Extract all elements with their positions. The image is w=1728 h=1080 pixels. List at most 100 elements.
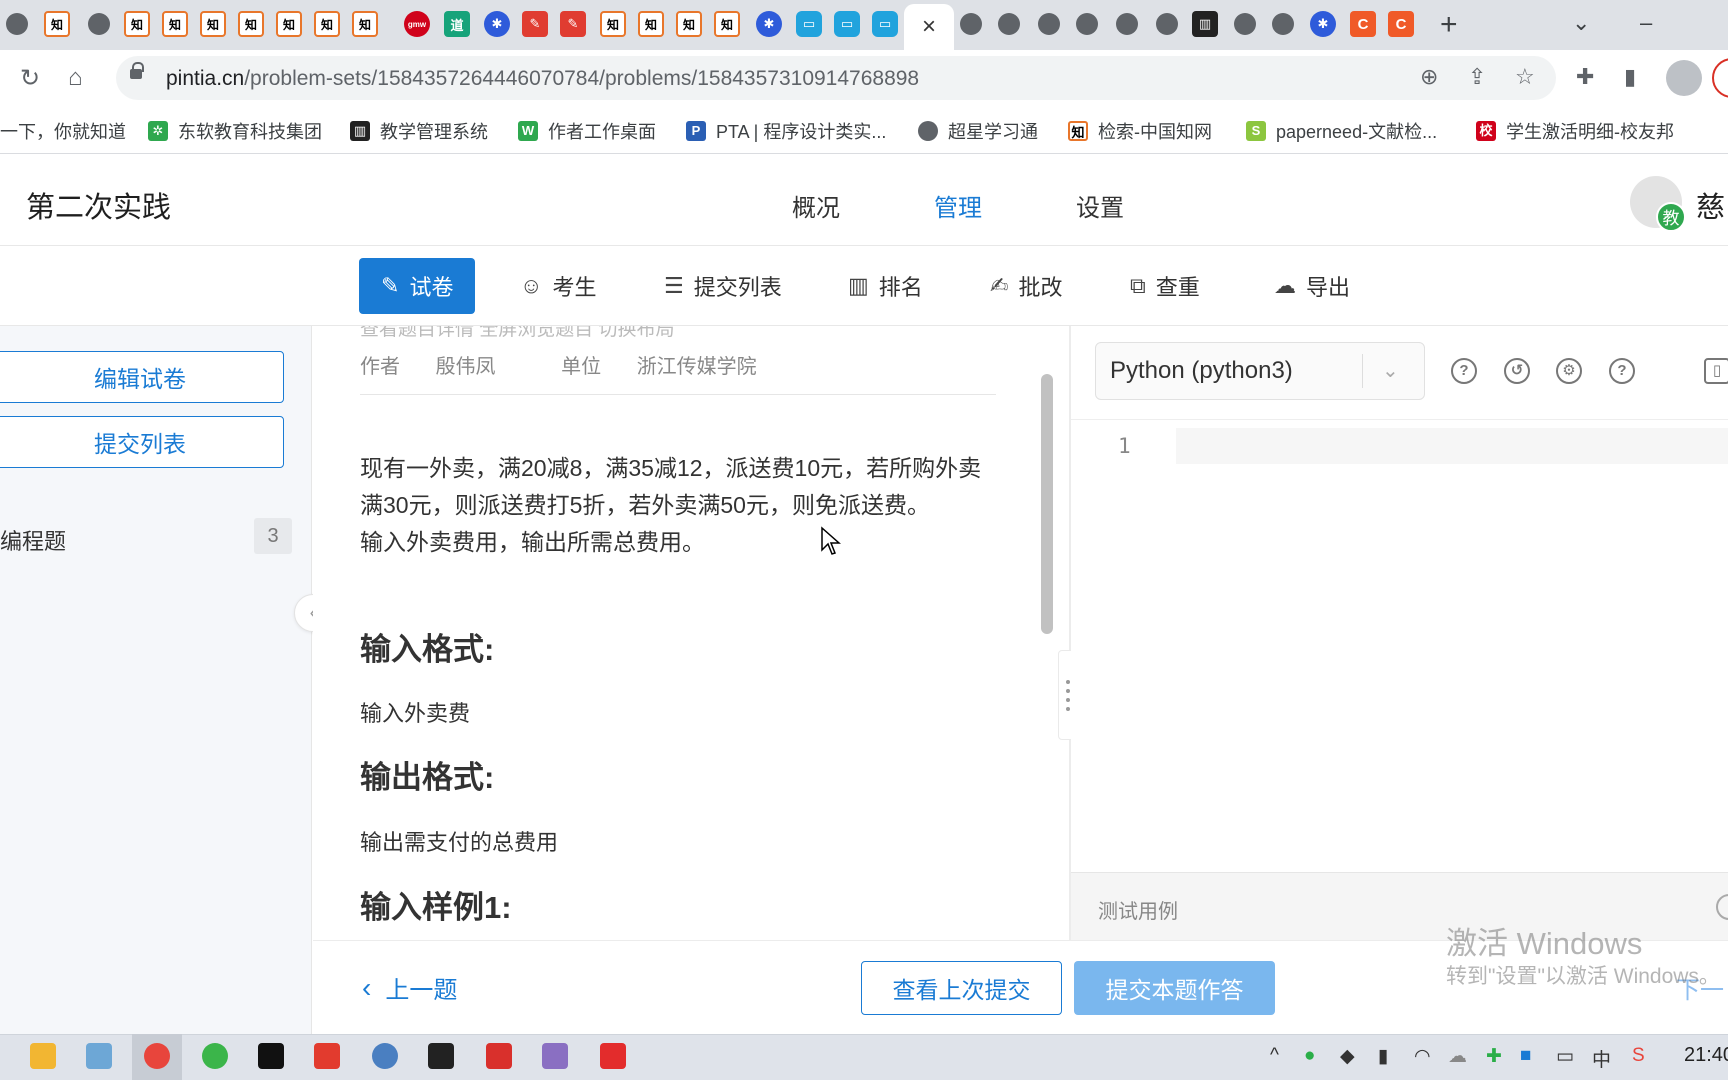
tab-search-chevron-icon[interactable]: ⌄ — [1572, 10, 1590, 36]
code-editor[interactable] — [1071, 420, 1728, 872]
bookmark-pta[interactable]: P PTA | 程序设计类实... — [686, 118, 886, 144]
tab-gmw-icon[interactable]: gmw — [404, 11, 430, 37]
tab-zhi-icon[interactable]: 知 — [314, 11, 340, 37]
language-select[interactable]: Python (python3) — [1095, 342, 1425, 400]
clock[interactable]: 21:40 — [1684, 1044, 1728, 1067]
tab-globe-icon[interactable] — [1116, 13, 1138, 35]
tab-zhi-icon[interactable]: 知 — [124, 11, 150, 37]
nav-manage[interactable]: 管理 — [934, 188, 982, 223]
tab-zhi-icon[interactable]: 知 — [200, 11, 226, 37]
tab-bilibili-icon[interactable]: ▭ — [872, 11, 898, 37]
active-line[interactable] — [1176, 428, 1728, 464]
security-icon[interactable]: ✚ — [1486, 1045, 1502, 1068]
tab-export[interactable]: ☁ 导出 — [1274, 258, 1350, 314]
sogou-icon[interactable]: S — [1632, 1045, 1645, 1067]
home-icon[interactable]: ⌂ — [68, 64, 83, 92]
tab-baidu-paw-icon[interactable]: ✱ — [484, 11, 510, 37]
tab-dao-icon[interactable]: 道 — [444, 11, 470, 37]
bookmark-teaching-system[interactable]: ▥ 教学管理系统 — [350, 118, 488, 144]
edit-paper-button[interactable]: 编辑试卷 — [0, 351, 284, 403]
notepad-icon[interactable] — [86, 1043, 112, 1069]
file-explorer-icon[interactable] — [30, 1043, 56, 1069]
cloud-icon[interactable]: ☁ — [1448, 1045, 1467, 1068]
bookmark-star-icon[interactable]: ☆ — [1515, 64, 1535, 90]
minimize-icon[interactable]: – — [1640, 10, 1652, 36]
history-icon[interactable]: ↺ — [1504, 358, 1530, 384]
tab-zhi-icon[interactable]: 知 — [600, 11, 626, 37]
nav-settings[interactable]: 设置 — [1076, 188, 1124, 223]
lock-icon[interactable] — [130, 62, 144, 79]
qq-icon[interactable]: ◆ — [1340, 1045, 1355, 1068]
tab-zhi-icon[interactable]: 知 — [352, 11, 378, 37]
tab-globe-icon[interactable] — [88, 13, 110, 35]
problem-scrollbar[interactable] — [1041, 374, 1053, 634]
wifi-icon[interactable]: ◠ — [1414, 1045, 1431, 1068]
extensions-icon[interactable]: ✚ — [1576, 64, 1594, 90]
vpn-icon[interactable] — [372, 1043, 398, 1069]
tab-zhi-icon[interactable]: 知 — [638, 11, 664, 37]
bookmark-author-desk[interactable]: W 作者工作桌面 — [518, 118, 656, 144]
tab-globe-icon[interactable] — [6, 13, 28, 35]
problem-toolbar-links[interactable]: 查看题目详情 全屏浏览题目 切换布局 — [360, 326, 675, 341]
wps-icon[interactable] — [314, 1043, 340, 1069]
tab-globe-icon[interactable] — [1038, 13, 1060, 35]
user-name[interactable]: 慈 — [1696, 184, 1725, 226]
active-tab-close-icon[interactable]: × — [904, 4, 954, 50]
test-cases-label[interactable]: 测试用例 — [1098, 895, 1178, 924]
tab-globe-icon[interactable] — [1272, 13, 1294, 35]
browser-green-icon[interactable] — [202, 1043, 228, 1069]
tab-globe-icon[interactable] — [1234, 13, 1256, 35]
tab-ranking[interactable]: ▥ 排名 — [848, 258, 923, 314]
tab-plagiarism[interactable]: ⧉ 查重 — [1130, 258, 1200, 314]
section-programming[interactable]: 编程题 — [0, 524, 66, 556]
view-last-submission-button[interactable]: 查看上次提交 — [861, 961, 1062, 1015]
bookmark-baidu[interactable]: 一下，你就知道 — [0, 118, 126, 144]
nav-overview[interactable]: 概况 — [792, 188, 840, 223]
tab-zhi-icon[interactable]: 知 — [276, 11, 302, 37]
tab-submissions[interactable]: ☰ 提交列表 — [664, 258, 782, 314]
tray-chevron-icon[interactable]: ^ — [1270, 1045, 1279, 1067]
bookmark-paperneed[interactable]: Spaperneed-文献检... — [1246, 118, 1437, 144]
tab-zhi-icon[interactable]: 知 — [676, 11, 702, 37]
tab-zhi-icon[interactable]: 知 — [44, 11, 70, 37]
tab-bilibili-icon[interactable]: ▭ — [796, 11, 822, 37]
screen-recorder-icon[interactable] — [486, 1043, 512, 1069]
submission-list-button[interactable]: 提交列表 — [0, 416, 284, 468]
tab-paper[interactable]: ✎ 试卷 — [359, 258, 476, 314]
tab-csdn-icon[interactable]: C — [1350, 11, 1376, 37]
chrome-icon[interactable] — [144, 1043, 170, 1069]
new-tab-button[interactable]: + — [1440, 8, 1458, 42]
tab-baidu-paw-icon[interactable]: ✱ — [756, 11, 782, 37]
reload-icon[interactable]: ↻ — [20, 64, 40, 93]
ime-indicator[interactable]: 中 — [1592, 1045, 1611, 1072]
tab-globe-icon[interactable] — [1156, 13, 1178, 35]
tab-zhi-icon[interactable]: 知 — [714, 11, 740, 37]
bookmark-cnki[interactable]: 知检索-中国知网 — [1068, 118, 1212, 144]
microphone-icon[interactable]: ▮ — [1378, 1045, 1388, 1068]
tab-book-icon[interactable]: ✎ — [522, 11, 548, 37]
bookmark-chaoxing[interactable]: 超星学习通 — [918, 118, 1038, 144]
pycharm-icon[interactable] — [258, 1043, 284, 1069]
prev-problem-button[interactable]: ‹ 上一题 — [362, 970, 457, 1005]
help-icon[interactable]: ? — [1451, 358, 1477, 384]
tab-globe-icon[interactable] — [998, 13, 1020, 35]
terminal-icon[interactable] — [428, 1043, 454, 1069]
image-viewer-icon[interactable] — [542, 1043, 568, 1069]
battery-icon[interactable]: ▭ — [1556, 1045, 1574, 1068]
tab-baidu-paw-icon[interactable]: ✱ — [1310, 11, 1336, 37]
zoom-icon[interactable]: ⊕ — [1420, 64, 1438, 90]
tab-bank-icon[interactable]: ▥ — [1192, 11, 1218, 37]
share-icon[interactable]: ⇪ — [1468, 64, 1486, 90]
gear-icon[interactable]: ⚙ — [1556, 358, 1582, 384]
tab-bilibili-icon[interactable]: ▭ — [834, 11, 860, 37]
tab-globe-icon[interactable] — [960, 13, 982, 35]
wechat-icon[interactable]: ● — [1304, 1045, 1315, 1067]
profile-alert-icon[interactable] — [1712, 58, 1728, 98]
profile-avatar[interactable] — [1666, 60, 1702, 96]
side-panel-icon[interactable]: ▮ — [1624, 64, 1636, 90]
bluetooth-icon[interactable]: ■ — [1520, 1045, 1531, 1067]
tab-examinees[interactable]: ☺ 考生 — [520, 258, 596, 314]
tab-zhi-icon[interactable]: 知 — [238, 11, 264, 37]
url-text[interactable]: pintia.cn/problem-sets/15843572644460707… — [166, 67, 919, 91]
chevron-down-icon[interactable]: ⌄ — [1382, 358, 1399, 383]
